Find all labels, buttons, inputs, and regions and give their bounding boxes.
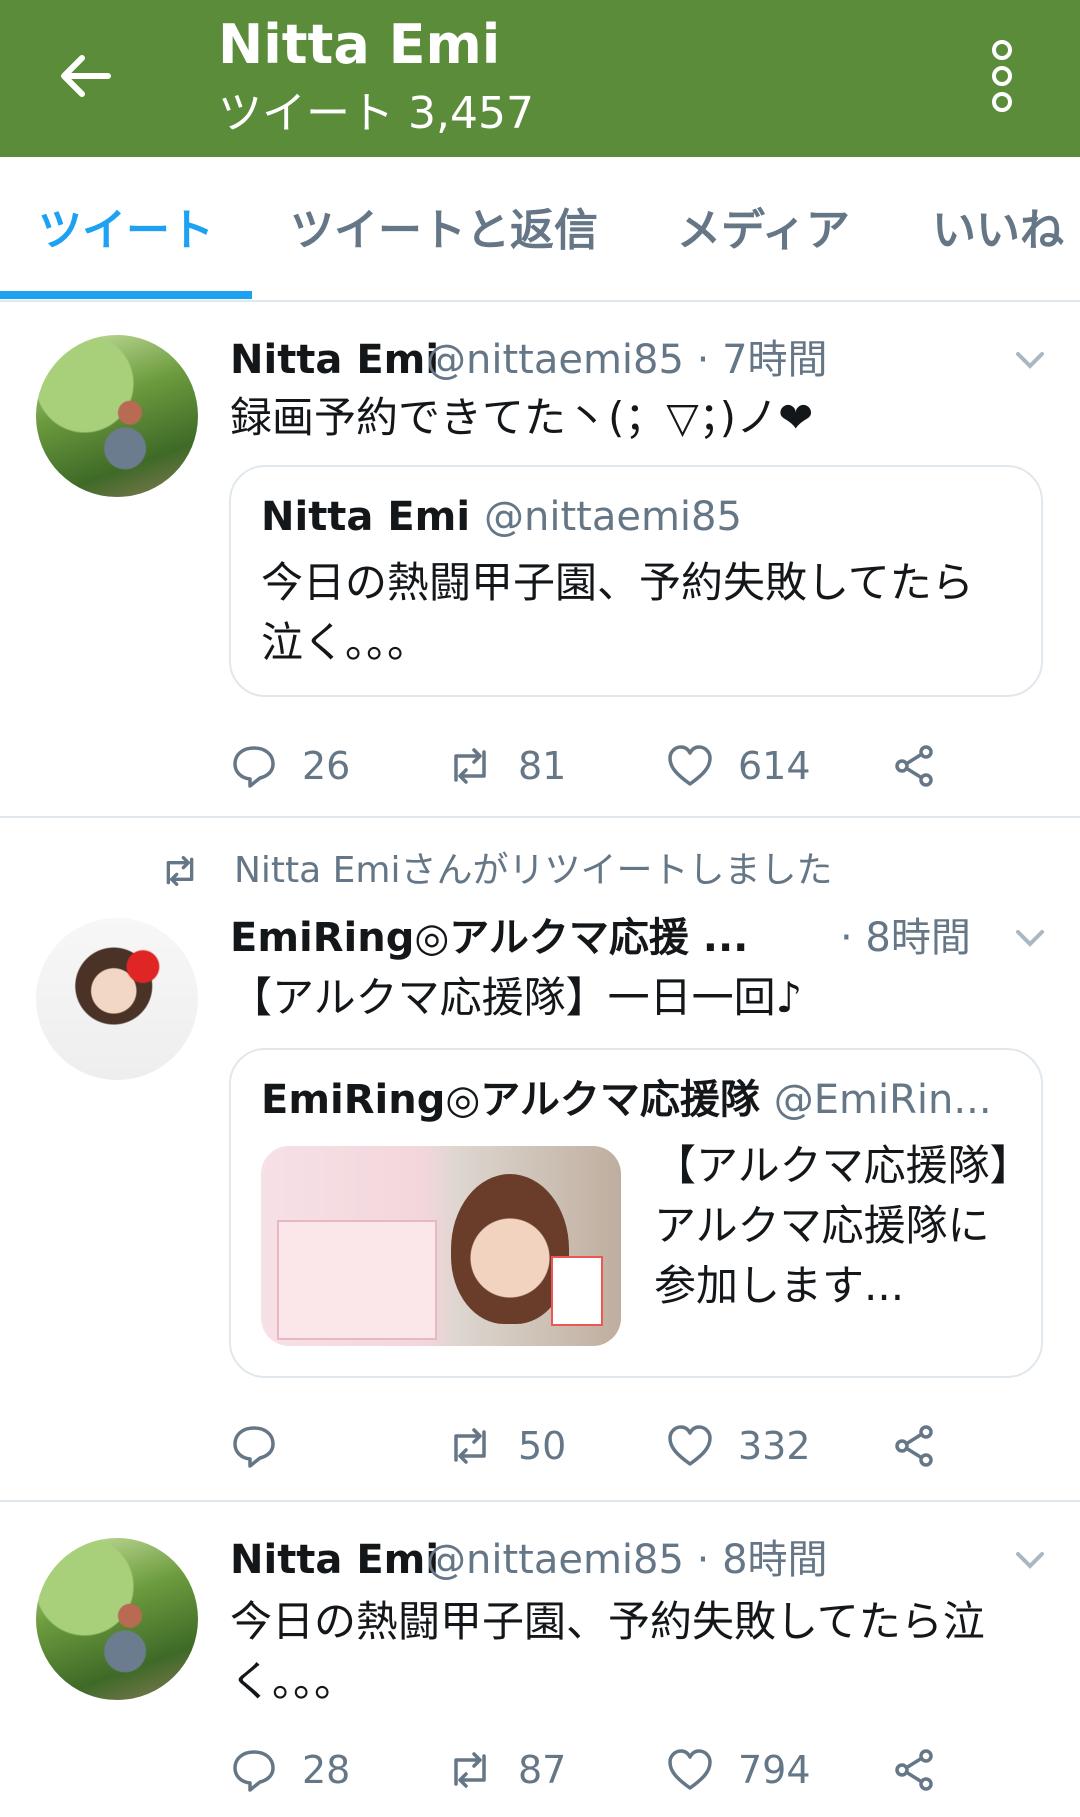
reply-icon [233, 1750, 275, 1792]
quoted-author-handle: @EmiRin... [773, 1077, 992, 1123]
like-count: 332 [738, 1424, 811, 1468]
retweet-count: 87 [518, 1748, 567, 1792]
heart-icon [668, 1425, 712, 1466]
retweet-icon [454, 1752, 486, 1788]
tweet[interactable]: Nitta Emiさんがリツイートしました EmiRing◎アルクマ応援 ...… [0, 818, 1080, 1498]
quoted-tweet[interactable]: Nitta Emi @nittaemi85 今日の熱闘甲子園、予約失敗してたら泣… [229, 465, 1043, 697]
retweeted-by-text: Nitta Emiさんがリツイートしました [234, 850, 833, 891]
share-button[interactable] [890, 1740, 962, 1800]
tweet-text: 【アルクマ応援隊】一日一回♪ [230, 973, 803, 1022]
certificate-image [277, 1220, 437, 1340]
share-icon [895, 1749, 933, 1791]
tweet-count: ツイート 3,457 [218, 88, 534, 139]
post-time: · 8時間 [840, 915, 971, 961]
like-button[interactable]: 332 [666, 1416, 811, 1476]
tweet-text: 録画予約できてた丶(；▽；)ノ❤ [230, 393, 814, 442]
avatar[interactable] [36, 918, 198, 1080]
retweet-button[interactable]: 81 [446, 736, 566, 796]
profile-title: Nitta Emi [218, 13, 501, 76]
quoted-text: 【アルクマ応援隊】アルクマ応援隊に参加します... [654, 1141, 1011, 1310]
tab-tweets-and-replies[interactable]: ツイートと返信 [290, 201, 598, 261]
reply-icon [233, 746, 275, 788]
author-name[interactable]: Nitta Emi [230, 332, 439, 388]
back-arrow-icon[interactable] [52, 44, 116, 108]
app-bar: Nitta Emi ツイート 3,457 [0, 0, 1080, 157]
reply-count: 28 [302, 1748, 351, 1792]
quoted-tweet[interactable]: EmiRing◎アルクマ応援隊 @EmiRin... 【アルクマ応援隊】アルクマ… [229, 1048, 1043, 1378]
author-name[interactable]: EmiRing◎アルクマ応援 ... [230, 910, 748, 966]
quoted-author: Nitta Emi @nittaemi85 [261, 489, 742, 545]
reply-count: 26 [302, 744, 351, 788]
tweet-actions: 50 332 [230, 1416, 980, 1476]
quoted-author: EmiRing◎アルクマ応援隊 @EmiRin... [261, 1072, 992, 1128]
tab-media[interactable]: メディア [677, 201, 850, 261]
active-tab-indicator [0, 291, 252, 299]
chevron-down-icon[interactable] [1012, 342, 1048, 378]
retweet-icon [454, 1428, 486, 1464]
reply-button[interactable]: 28 [230, 1740, 350, 1800]
share-icon [895, 745, 933, 787]
chevron-down-icon[interactable] [1012, 1542, 1048, 1578]
card-image [551, 1256, 603, 1326]
share-button[interactable] [890, 736, 962, 796]
author-handle-time: @nittaemi85 · 8時間 [426, 1537, 828, 1583]
quoted-author-name: EmiRing◎アルクマ応援隊 [261, 1077, 760, 1123]
reply-icon [233, 1426, 275, 1468]
retweet-icon [166, 856, 194, 886]
quoted-author-name: Nitta Emi [261, 494, 471, 540]
retweet-button[interactable]: 50 [446, 1416, 566, 1476]
author-handle-time: @nittaemi85 · 7時間 [426, 337, 828, 383]
retweeted-by-note: Nitta Emiさんがリツイートしました [160, 846, 832, 896]
retweet-count: 81 [518, 744, 567, 788]
profile-tabs: ツイート ツイートと返信 メディア いいね [0, 157, 1080, 302]
reply-button[interactable]: 26 [230, 736, 350, 796]
heart-icon [668, 1749, 712, 1790]
media-thumbnail[interactable] [261, 1146, 621, 1346]
quoted-text: 今日の熱闘甲子園、予約失敗してたら泣く。。。 [261, 558, 974, 667]
reply-button[interactable] [230, 1416, 302, 1476]
tweet-text: 今日の熱闘甲子園、予約失敗してたら泣く。。。 [230, 1597, 985, 1706]
chevron-down-icon[interactable] [1012, 920, 1048, 956]
like-count: 614 [738, 744, 811, 788]
tab-tweets[interactable]: ツイート [38, 201, 214, 261]
heart-icon [668, 745, 712, 786]
tab-likes[interactable]: いいね [932, 201, 1064, 261]
tweet-actions: 26 81 614 [230, 736, 980, 796]
like-count: 794 [738, 1748, 811, 1792]
like-button[interactable]: 614 [666, 736, 811, 796]
like-button[interactable]: 794 [666, 1740, 811, 1800]
share-button[interactable] [890, 1416, 962, 1476]
share-icon [895, 1425, 933, 1467]
avatar[interactable] [36, 335, 198, 497]
tweet-actions: 28 87 794 [230, 1740, 980, 1800]
tweet[interactable]: Nitta Emi @nittaemi85 · 7時間 録画予約できてた丶(；▽… [0, 302, 1080, 816]
retweet-icon [454, 748, 486, 784]
author-name[interactable]: Nitta Emi [230, 1532, 439, 1588]
quoted-author-handle: @nittaemi85 [484, 494, 742, 540]
avatar[interactable] [36, 1538, 198, 1700]
retweet-button[interactable]: 87 [446, 1740, 566, 1800]
more-options-icon[interactable] [982, 40, 1022, 112]
tweet[interactable]: Nitta Emi @nittaemi85 · 8時間 今日の熱闘甲子園、予約失… [0, 1502, 1080, 1817]
retweet-count: 50 [518, 1424, 567, 1468]
